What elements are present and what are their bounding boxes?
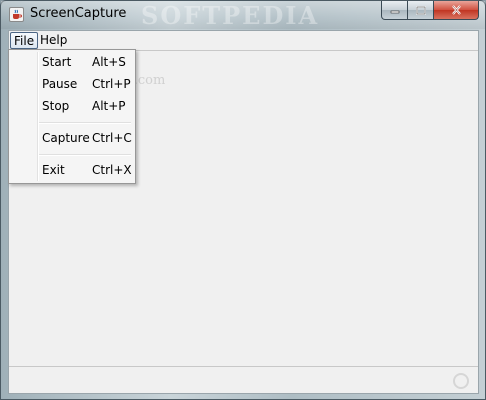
menu-item-label: Capture [42,131,90,145]
close-icon [451,5,461,15]
menu-item-label: Exit [42,163,65,177]
menu-file[interactable]: File [10,32,39,49]
menu-item-capture[interactable]: Capture Ctrl+C [11,128,133,148]
minimize-icon [390,10,399,14]
menu-help[interactable]: Help [37,32,70,49]
status-circle-icon [453,373,469,389]
menu-item-label: Stop [42,99,70,113]
menu-item-shortcut: Ctrl+X [92,163,132,177]
caption-buttons [381,1,479,21]
menu-item-shortcut: Alt+P [92,99,126,113]
title-watermark: SOFTPEDIA [141,1,320,30]
menu-item-stop[interactable]: Stop Alt+P [11,96,133,116]
menu-item-label: Start [42,55,72,69]
menu-separator [39,154,131,156]
menu-item-label: Pause [42,77,78,91]
menu-item-start[interactable]: Start Alt+S [11,52,133,72]
menu-separator [39,122,131,124]
java-cup-icon[interactable] [9,7,24,22]
menu-item-pause[interactable]: Pause Ctrl+P [11,74,133,94]
maximize-button[interactable] [408,1,434,20]
menu-item-shortcut: Ctrl+P [92,77,131,91]
status-bar [9,366,478,393]
menu-bar: File Help [9,31,478,51]
window-title: ScreenCapture [30,6,127,21]
menu-item-exit[interactable]: Exit Ctrl+X [11,160,133,180]
title-bar[interactable]: SOFTPEDIA ScreenCapture [1,1,485,30]
file-menu-dropdown: Start Alt+S Pause Ctrl+P Stop Alt+P Capt… [8,49,136,184]
close-button[interactable] [434,1,479,20]
menu-item-shortcut: Alt+S [92,55,126,69]
minimize-button[interactable] [381,1,408,20]
maximize-icon [415,5,426,15]
menu-item-shortcut: Ctrl+C [92,131,132,145]
